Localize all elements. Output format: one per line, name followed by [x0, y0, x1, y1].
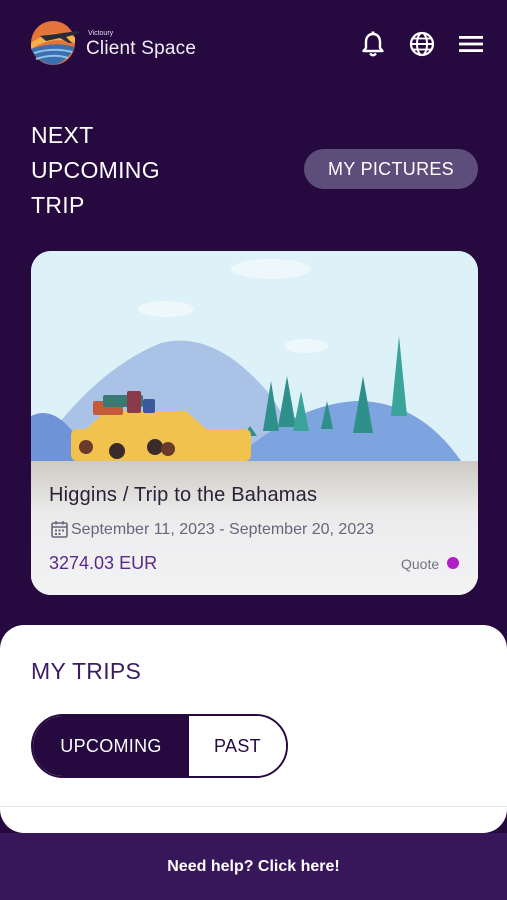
trip-dates: September 11, 2023 - September 20, 2023 [71, 521, 375, 538]
help-link[interactable]: Need help? Click here! [167, 858, 340, 876]
calendar-icon [51, 521, 68, 538]
globe-icon[interactable] [408, 30, 436, 58]
tab-upcoming[interactable]: UPCOMING [33, 716, 189, 776]
next-trip-heading: NEXT UPCOMING TRIP [31, 118, 211, 223]
footer: Need help? Click here! [0, 833, 507, 900]
divider [0, 806, 507, 807]
my-trips-title: MY TRIPS [31, 658, 142, 684]
app-header: Victoury Client Space [0, 0, 507, 95]
brand-name: Client Space [86, 38, 197, 59]
heading-line: TRIP [31, 192, 85, 218]
status-dot-icon [447, 557, 459, 569]
trip-card[interactable]: Higgins / Trip to the Bahamas September … [31, 251, 478, 595]
brand-subtitle: Victoury [88, 30, 114, 37]
trip-name: Higgins / Trip to the Bahamas [49, 484, 318, 506]
my-pictures-button[interactable]: MY PICTURES [304, 149, 478, 189]
menu-icon[interactable] [457, 30, 485, 58]
trips-filter-toggle: UPCOMING PAST [31, 714, 288, 778]
trip-status-label: Quote [401, 556, 440, 572]
plane-logo-icon[interactable] [26, 19, 84, 67]
bell-icon[interactable] [359, 30, 387, 58]
trip-price: 3274.03 EUR [49, 553, 158, 573]
heading-line: UPCOMING [31, 157, 160, 183]
my-trips-panel: MY TRIPS UPCOMING PAST [0, 625, 507, 833]
tab-past[interactable]: PAST [189, 716, 286, 776]
heading-line: NEXT [31, 122, 94, 148]
